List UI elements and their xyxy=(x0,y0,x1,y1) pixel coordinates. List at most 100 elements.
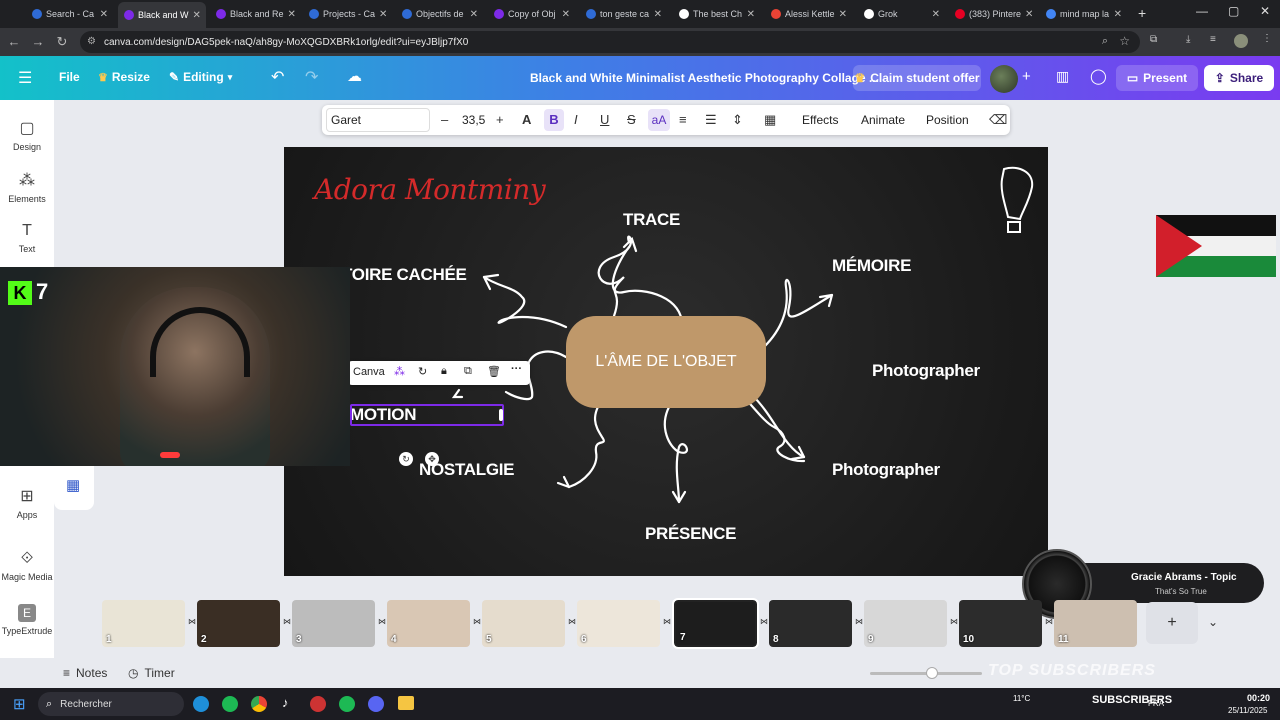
more-options-icon[interactable]: ··· xyxy=(511,363,522,375)
browser-tab[interactable]: Black and W ✕ xyxy=(118,2,206,28)
tab-close-icon[interactable]: ✕ xyxy=(747,9,755,20)
page-transition-icon[interactable]: ⋈ xyxy=(663,617,671,626)
browser-tab[interactable]: Projects - Ca ✕ xyxy=(303,4,391,24)
tab-close-icon[interactable]: ✕ xyxy=(193,10,201,21)
letter-case-icon[interactable]: aA xyxy=(648,109,670,131)
present-button[interactable]: ▭ Present xyxy=(1116,65,1198,91)
page-transition-icon[interactable]: ⋈ xyxy=(855,617,863,626)
move-handle-icon[interactable]: ✥ xyxy=(425,452,439,466)
page-thumbnail[interactable]: 9 xyxy=(864,600,947,647)
page-transition-icon[interactable]: ⋈ xyxy=(760,617,768,626)
undo-icon[interactable]: ↶ xyxy=(271,67,284,87)
animate-button[interactable]: Animate xyxy=(861,113,905,127)
page-thumbnail[interactable]: 1 xyxy=(102,600,185,647)
tab-close-icon[interactable]: ✕ xyxy=(379,9,387,20)
align-icon[interactable]: ≡ xyxy=(679,112,687,127)
extensions-icon[interactable]: ⧉ xyxy=(1150,34,1157,45)
page-thumbnail[interactable]: 10 xyxy=(959,600,1042,647)
sidebar-item-text[interactable]: T Text xyxy=(0,222,54,254)
page-thumbnail[interactable]: 7 xyxy=(672,598,759,649)
add-collaborator-icon[interactable]: + xyxy=(1022,68,1031,85)
browser-tab[interactable]: Black and Re ✕ xyxy=(210,4,298,24)
clock-time[interactable]: 00:20 xyxy=(1247,693,1270,703)
node-photographer-2[interactable]: Photographer xyxy=(832,460,940,480)
italic-icon[interactable]: I xyxy=(574,112,578,127)
resize-handle[interactable] xyxy=(499,409,503,421)
sidebar-item-apps[interactable]: ⊞ Apps xyxy=(0,486,54,520)
page-thumbnail[interactable]: 2 xyxy=(197,600,280,647)
browser-tab[interactable]: Alessi Kettle ✕ xyxy=(765,4,853,24)
text-color-icon[interactable]: A xyxy=(522,112,531,127)
node-memoire[interactable]: MÉMOIRE xyxy=(832,256,911,276)
bookmark-star-icon[interactable]: ☆ xyxy=(1119,34,1130,48)
node-trace[interactable]: TRACE xyxy=(623,210,680,230)
spacing-icon[interactable]: ⇕ xyxy=(732,112,743,128)
editing-mode-button[interactable]: ✎ Editing ▾ xyxy=(169,70,232,84)
menu-icon[interactable]: ☰ xyxy=(18,68,32,88)
chrome-icon[interactable] xyxy=(251,696,267,712)
font-size-increase-button[interactable]: + xyxy=(496,112,504,127)
user-avatar[interactable] xyxy=(990,65,1018,93)
language-indicator[interactable]: FRA xyxy=(1148,699,1164,708)
tab-close-icon[interactable]: ✕ xyxy=(562,9,570,20)
downloads-icon[interactable]: ⤓ xyxy=(1186,34,1190,45)
claim-student-offer-button[interactable]: ♛ Claim student offer xyxy=(853,65,981,91)
profile-avatar[interactable] xyxy=(1234,34,1248,48)
effects-button[interactable]: Effects xyxy=(802,113,838,127)
font-size-decrease-button[interactable]: – xyxy=(441,112,448,127)
browser-menu-icon[interactable]: ⋮ xyxy=(1262,33,1272,44)
spotify-icon[interactable] xyxy=(222,696,238,712)
folder-icon[interactable] xyxy=(398,696,414,710)
new-tab-button[interactable]: + xyxy=(1138,5,1146,21)
duplicate-icon[interactable]: ⧉ xyxy=(464,365,472,378)
share-button[interactable]: ⇪ Share xyxy=(1204,65,1274,91)
page-thumbnail[interactable]: 8 xyxy=(769,600,852,647)
lock-icon[interactable]: 🔒︎ xyxy=(441,365,447,378)
browser-tab[interactable]: Objectifs de ✕ xyxy=(396,4,484,24)
sidebar-item-design[interactable]: ▢ Design xyxy=(0,118,54,152)
central-node[interactable]: L'ÂME DE L'OBJET xyxy=(566,316,766,408)
page-thumbnail[interactable]: 3 xyxy=(292,600,375,647)
apps-panel-tab[interactable]: ▦ xyxy=(54,466,94,510)
browser-tab[interactable]: Copy of Obj ✕ xyxy=(488,4,576,24)
position-button[interactable]: Position xyxy=(926,113,969,127)
magic-wand-icon[interactable]: ⁂ xyxy=(394,365,405,378)
tab-close-icon[interactable]: ✕ xyxy=(470,9,478,20)
spotify-icon-2[interactable] xyxy=(339,696,355,712)
paint-format-icon[interactable]: ⌫ xyxy=(989,112,1007,128)
tab-close-icon[interactable]: ✕ xyxy=(100,9,108,20)
analytics-icon[interactable]: ▥ xyxy=(1056,68,1069,85)
close-window-button[interactable]: ✕ xyxy=(1260,4,1270,18)
minimize-button[interactable]: — xyxy=(1196,4,1208,18)
sidebar-item-elements[interactable]: ⁂ Elements xyxy=(0,170,54,204)
notes-button[interactable]: ≡ Notes xyxy=(63,666,107,680)
list-icon[interactable]: ☰ xyxy=(705,112,717,128)
add-page-button[interactable]: + xyxy=(1146,602,1198,644)
transparency-icon[interactable]: ▦ xyxy=(764,112,776,128)
sidebar-item-magic-media[interactable]: ⟐ Magic Media xyxy=(0,550,54,582)
document-title[interactable]: Black and White Minimalist Aesthetic Pho… xyxy=(530,71,879,85)
page-transition-icon[interactable]: ⋈ xyxy=(950,617,958,626)
underline-icon[interactable]: U xyxy=(600,112,609,127)
pages-chevron-icon[interactable]: ⌄ xyxy=(1208,615,1218,629)
node-photographer-1[interactable]: Photographer xyxy=(872,361,980,381)
rotate-handle-icon[interactable]: ↻ xyxy=(399,452,413,466)
zoom-slider[interactable] xyxy=(870,667,982,679)
page-thumbnail[interactable]: 11 xyxy=(1054,600,1137,647)
page-transition-icon[interactable]: ⋈ xyxy=(1045,617,1053,626)
page-thumbnail[interactable]: 4 xyxy=(387,600,470,647)
maximize-button[interactable]: ▢ xyxy=(1228,4,1239,18)
font-size-input[interactable]: 33,5 xyxy=(462,113,485,127)
cloud-save-icon[interactable]: ☁ xyxy=(347,67,362,85)
tab-close-icon[interactable]: ✕ xyxy=(1114,9,1122,20)
url-input[interactable]: ⚙ canva.com/design/DAG5pek-naQ/ah8gy-MoX… xyxy=(80,31,1140,53)
page-thumbnail[interactable]: 5 xyxy=(482,600,565,647)
page-transition-icon[interactable]: ⋈ xyxy=(283,617,291,626)
tiktok-icon[interactable]: ♪ xyxy=(282,695,289,710)
tab-close-icon[interactable]: ✕ xyxy=(932,9,940,20)
taskbar-search[interactable]: ⌕ Rechercher xyxy=(38,692,184,716)
zoom-icon[interactable]: ⌕ xyxy=(1102,35,1108,48)
text-selection-box[interactable] xyxy=(350,404,504,426)
tab-close-icon[interactable]: ✕ xyxy=(839,9,847,20)
page-transition-icon[interactable]: ⋈ xyxy=(568,617,576,626)
